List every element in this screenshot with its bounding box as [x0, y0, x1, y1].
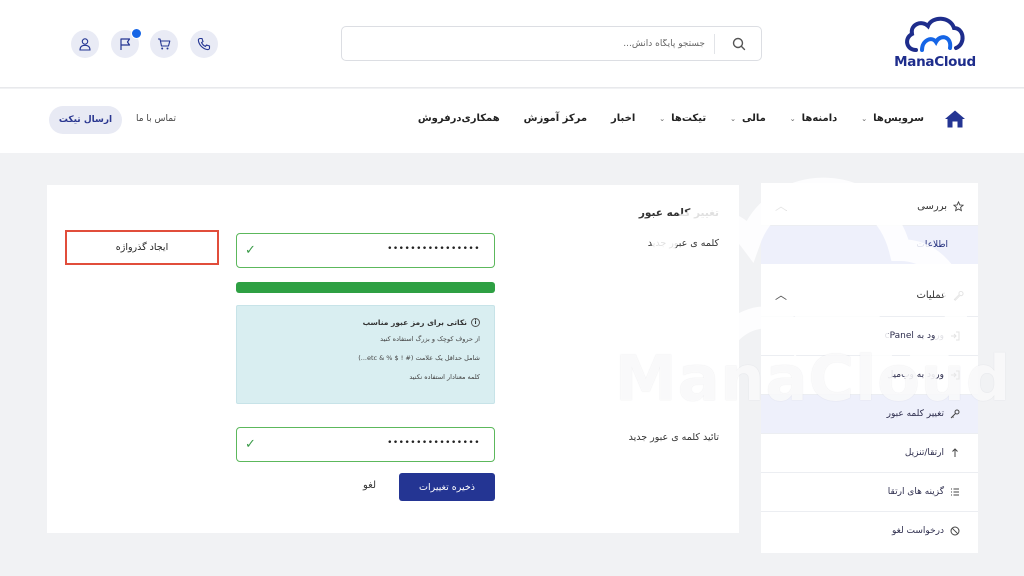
manacloud-logo[interactable]: ManaCloud [890, 14, 980, 74]
tip-item: از حروف کوچک و بزرگ استفاده کنید [380, 335, 480, 343]
chevron-down-icon: ⌄ [659, 114, 666, 123]
knowledgebase-search [341, 26, 762, 61]
nav-item-learning-center[interactable]: مرکز آموزش [524, 113, 587, 124]
cancel-button[interactable]: لغو [363, 480, 376, 491]
page-title: تغییر کلمه عبور [638, 207, 719, 219]
nav-menu: سرویس‌ها ⌄ دامنه‌ها ⌄ مالی ⌄ تیکت‌ها ⌄ اخبار… [394, 113, 924, 124]
chevron-down-icon: ⌄ [861, 114, 868, 123]
search-icon[interactable] [731, 36, 747, 52]
sidebar-actions-header[interactable]: عملیات ︿ [761, 276, 978, 314]
nav-item-billing[interactable]: مالی ⌄ [730, 113, 766, 124]
user-icon [79, 38, 91, 51]
nav-item-services[interactable]: سرویس‌ها ⌄ [861, 113, 924, 124]
key-icon [950, 409, 960, 419]
tips-title: i نکاتی برای رمز عبور مناسب [237, 318, 480, 327]
phone-button[interactable] [190, 30, 218, 58]
chevron-down-icon: ⌄ [730, 114, 736, 123]
nav-item-affiliates[interactable]: همکاری‌درفروش [418, 113, 500, 124]
cloud-logo-icon [905, 16, 965, 52]
sidebar-item-change-password[interactable]: تغییر کلمه عبور [761, 394, 978, 433]
sidebar-item-upgrade-options[interactable]: گزینه های ارتقا [761, 472, 978, 511]
nav-item-domains[interactable]: دامنه‌ها ⌄ [790, 113, 837, 124]
phone-icon [197, 37, 211, 51]
nav-item-news[interactable]: اخبار [611, 113, 635, 124]
logo-text: ManaCloud [894, 54, 976, 70]
account-button[interactable] [71, 30, 99, 58]
star-icon [953, 200, 964, 212]
generate-password-button[interactable]: ایجاد گذرواژه [65, 230, 219, 265]
notifications-button[interactable] [111, 28, 142, 58]
password-strength-bar [236, 282, 495, 293]
sidebar-item-upgrade-downgrade[interactable]: ارتقا/تنزیل [761, 433, 978, 472]
new-password-label: کلمه ی عبور جدید [647, 238, 719, 249]
ban-icon [950, 526, 960, 536]
top-header: ManaCloud [0, 0, 1024, 88]
search-input[interactable] [405, 35, 705, 53]
sidebar: بررسی ︿ اطلاعات عملیات ︿ ورود به cPanel … [761, 183, 978, 553]
check-icon: ✓ [245, 437, 256, 452]
sidebar-item-cpanel-login[interactable]: ورود به cPanel [761, 316, 978, 355]
contact-us-link[interactable]: تماس با ما [136, 114, 176, 124]
nav-item-tickets[interactable]: تیکت‌ها ⌄ [659, 113, 706, 124]
new-password-value: •••••••••••••••• [387, 244, 480, 254]
home-icon[interactable] [944, 109, 966, 129]
sidebar-item-cancellation-request[interactable]: درخواست لغو [761, 511, 978, 550]
change-password-card: تغییر کلمه عبور کلمه ی عبور جدید •••••••… [47, 185, 739, 533]
wrench-icon [953, 290, 964, 301]
submit-ticket-button[interactable]: ارسال تیکت [49, 106, 122, 134]
search-divider [714, 34, 715, 54]
sidebar-overview-title: بررسی [917, 200, 947, 212]
cart-icon [158, 38, 171, 50]
info-icon: i [471, 318, 480, 327]
tip-item: شامل حداقل یک علامت (# ! $ % & etc...) [358, 354, 480, 362]
sidebar-overview-header[interactable]: بررسی ︿ [761, 187, 978, 225]
chevron-up-icon[interactable]: ︿ [775, 197, 787, 214]
tip-item: کلمه معنادار استفاده نکنید [409, 373, 480, 381]
list-icon [950, 487, 960, 497]
login-icon [950, 370, 960, 380]
notification-dot [131, 28, 142, 39]
cart-button[interactable] [150, 30, 178, 58]
confirm-password-label: تائید کلمه ی عبور جدید [628, 432, 719, 443]
password-tips-box: i نکاتی برای رمز عبور مناسب از حروف کوچک… [236, 305, 495, 404]
main-navigation: سرویس‌ها ⌄ دامنه‌ها ⌄ مالی ⌄ تیکت‌ها ⌄ اخبار… [0, 89, 1024, 153]
chevron-up-icon[interactable]: ︿ [775, 286, 787, 303]
sidebar-item-information[interactable]: اطلاعات [761, 225, 978, 264]
save-changes-button[interactable]: ذخیره تغییرات [399, 473, 495, 501]
sidebar-item-webmail-login[interactable]: ورود به وب‌میل [761, 355, 978, 394]
chevron-down-icon: ⌄ [789, 114, 796, 123]
sidebar-actions-title: عملیات [916, 289, 947, 301]
check-icon: ✓ [245, 243, 256, 258]
login-icon [950, 331, 960, 341]
upgrade-icon [950, 448, 960, 458]
flag-icon [120, 38, 131, 50]
confirm-password-value: •••••••••••••••• [387, 438, 480, 448]
confirm-password-field[interactable]: •••••••••••••••• ✓ [236, 427, 495, 462]
new-password-field[interactable]: •••••••••••••••• ✓ [236, 233, 495, 268]
